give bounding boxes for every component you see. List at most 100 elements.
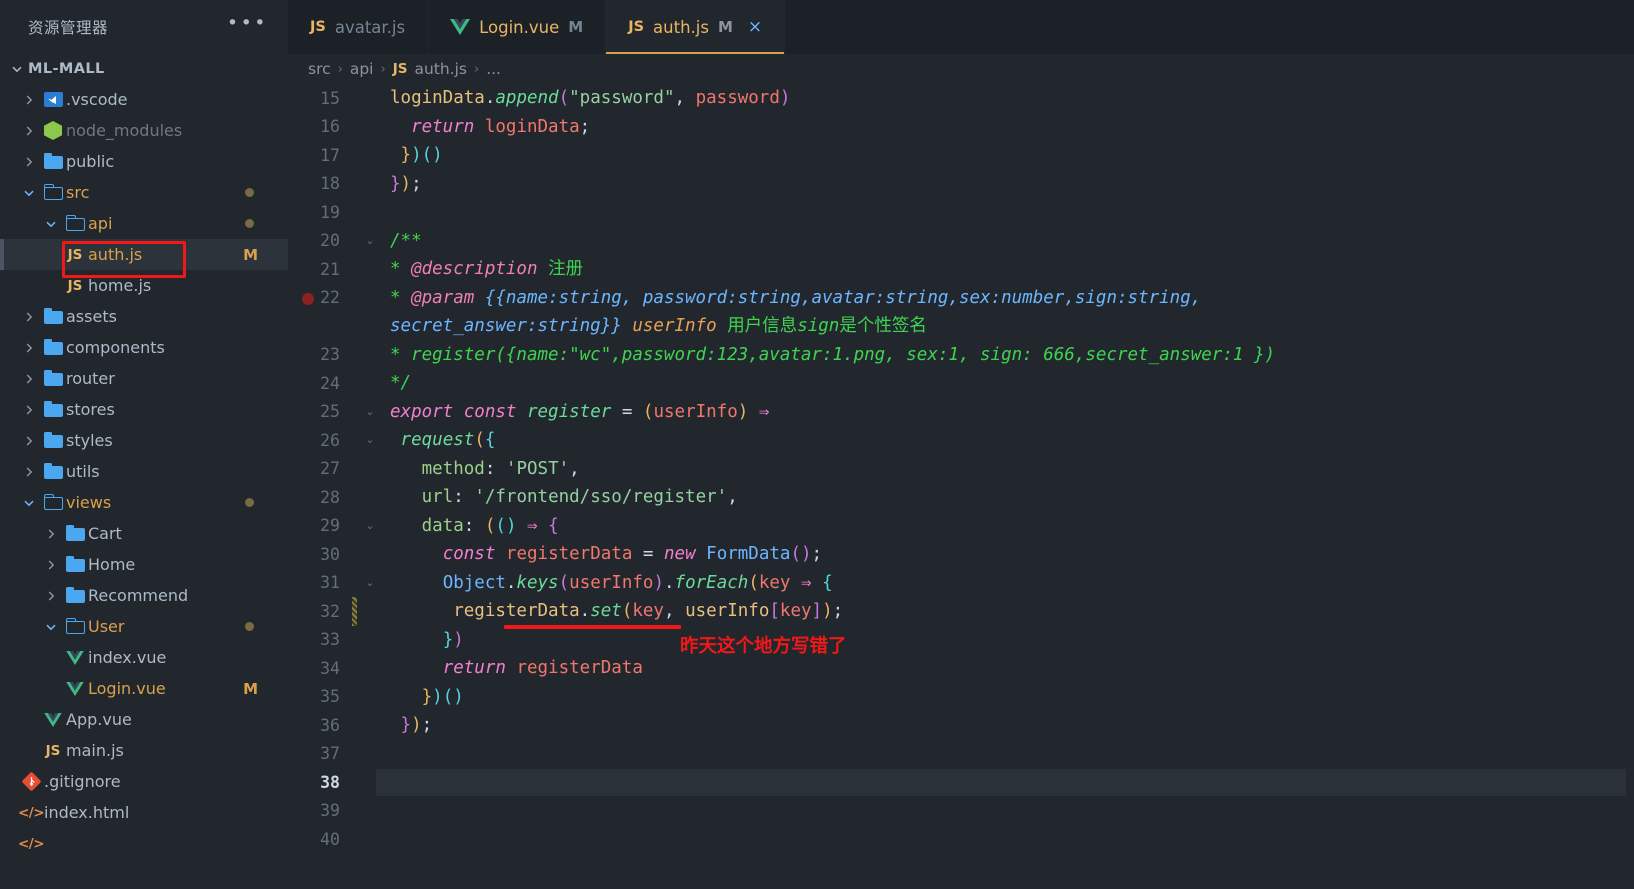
code-line: 40 (288, 825, 1634, 854)
line-number: 31 (320, 573, 340, 593)
close-icon[interactable]: × (748, 17, 762, 37)
tree-item-app-vue[interactable]: App.vue (0, 704, 288, 735)
fold-chevron-icon[interactable]: ⌄ (362, 569, 378, 598)
tab-modified-badge: M (717, 18, 733, 36)
code-editor[interactable]: 15 loginData.append("password", password… (288, 84, 1634, 889)
line-number: 32 (320, 601, 340, 621)
breakpoint-icon[interactable] (302, 292, 314, 305)
fold-chevron-icon[interactable]: ⌄ (362, 426, 378, 455)
tab-login-vue[interactable]: Login.vue M (428, 0, 607, 54)
line-number-active: 38 (320, 772, 340, 792)
tree-item-gitignore[interactable]: .gitignore (0, 766, 288, 797)
code-line: 33 }) (288, 626, 1634, 655)
ellipsis-icon[interactable]: ••• (227, 14, 268, 36)
tree-item-cart[interactable]: Cart (0, 518, 288, 549)
code-line: 21 * @description 注册 (288, 255, 1634, 284)
modified-dot (245, 219, 254, 228)
tree-item-label: api (88, 214, 113, 233)
tree-item-vscode[interactable]: .vscode (0, 84, 288, 115)
code-line: 23 * register({name:"wc",password:123,av… (288, 341, 1634, 370)
chevron-right-icon (40, 590, 62, 602)
tab-avatar-js[interactable]: JS avatar.js (288, 0, 429, 54)
editor-area: JS avatar.js Login.vue M JS auth.js M × … (288, 0, 1634, 889)
line-number: 15 (320, 88, 340, 108)
code-line: 18 }); (288, 170, 1634, 199)
js-file-icon: JS (392, 61, 408, 77)
tree-item-home-js[interactable]: JS home.js (0, 270, 288, 301)
tree-item-views[interactable]: views (0, 487, 288, 518)
chevron-down-icon (40, 621, 62, 633)
tree-item-label: Login.vue (88, 679, 166, 698)
tree-item-recommend[interactable]: Recommend (0, 580, 288, 611)
tab-auth-js[interactable]: JS auth.js M × (606, 0, 786, 54)
tree-item-utils[interactable]: utils (0, 456, 288, 487)
tree-item-user[interactable]: User (0, 611, 288, 642)
tree-item-router[interactable]: router (0, 363, 288, 394)
tree-item-node-modules[interactable]: node_modules (0, 115, 288, 146)
vscode-folder-icon (40, 92, 66, 107)
tree-item-public[interactable]: public (0, 146, 288, 177)
tree-item-assets[interactable]: assets (0, 301, 288, 332)
fold-chevron-icon[interactable]: ⌄ (362, 398, 378, 427)
tree-item-label: utils (66, 462, 100, 481)
tree-item-login-vue[interactable]: Login.vue M (0, 673, 288, 704)
folder-open-icon (62, 214, 88, 231)
folder-icon (62, 556, 88, 572)
tree-item-components[interactable]: components (0, 332, 288, 363)
chevron-right-icon (40, 528, 62, 540)
code-line: 20 ⌄ /** (288, 227, 1634, 256)
tree-item-label: styles (66, 431, 113, 450)
git-status-badge: M (243, 679, 258, 698)
breadcrumb-item-api[interactable]: api (350, 60, 374, 78)
fold-chevron-icon[interactable]: ⌄ (362, 512, 378, 541)
code-line-active: 38 (288, 768, 1634, 797)
line-number: 25 (320, 402, 340, 422)
code-line: 31 ⌄ Object.keys(userInfo).forEach(key ⇒… (288, 569, 1634, 598)
folder-icon (40, 339, 66, 355)
tab-label: avatar.js (334, 17, 406, 37)
fold-chevron-icon[interactable]: ⌄ (362, 227, 378, 256)
tree-item-index-vue[interactable]: index.vue (0, 642, 288, 673)
js-file-icon: JS (45, 742, 61, 759)
line-number: 27 (320, 459, 340, 479)
line-number: 23 (320, 345, 340, 365)
tree-root-ml-mall[interactable]: ML-MALL (0, 54, 288, 84)
tree-item-label: router (66, 369, 115, 388)
html-icon: </> (17, 835, 45, 852)
chevron-down-icon (6, 63, 28, 75)
vue-file-icon (62, 681, 88, 696)
folder-open-icon (62, 617, 88, 634)
code-line: 35 })() (288, 683, 1634, 712)
tab-label: auth.js (653, 17, 709, 37)
vue-file-icon (62, 650, 88, 665)
modified-dot (245, 498, 254, 507)
line-number: 34 (320, 658, 340, 678)
tree-item-stores[interactable]: stores (0, 394, 288, 425)
tree-item-auth-js[interactable]: JS auth.js M (0, 239, 288, 270)
breadcrumb-item-symbol[interactable]: ... (486, 60, 501, 78)
tree-item-label: Cart (88, 524, 122, 543)
tree-item-main-js[interactable]: JS main.js (0, 735, 288, 766)
tree-item-label: auth.js (88, 245, 143, 264)
js-file-icon: JS (67, 246, 83, 263)
tree-item-src[interactable]: src (0, 177, 288, 208)
chevron-down-icon (40, 218, 62, 230)
tree-item-partial[interactable]: </> (0, 828, 288, 859)
tree-item-index-html[interactable]: </> index.html (0, 797, 288, 828)
breadcrumb-item-file[interactable]: auth.js (414, 60, 467, 78)
code-line: 34 return registerData (288, 654, 1634, 683)
tab-bar: JS avatar.js Login.vue M JS auth.js M × (288, 0, 1634, 54)
breadcrumb-item-src[interactable]: src (308, 60, 331, 78)
node-folder-icon (40, 121, 66, 140)
tree-item-styles[interactable]: styles (0, 425, 288, 456)
code-line: 16 return loginData; (288, 113, 1634, 142)
code-line: 32 registerData.set(key, userInfo[key]); (288, 597, 1634, 626)
chevron-right-icon (18, 466, 40, 478)
tree-item-label: src (66, 183, 90, 202)
tree-item-api[interactable]: api (0, 208, 288, 239)
html-icon: </> (17, 804, 45, 821)
js-file-icon: JS (67, 277, 83, 294)
tree-item-home[interactable]: Home (0, 549, 288, 580)
folder-icon (40, 370, 66, 386)
code-line: 30 const registerData = new FormData(); (288, 540, 1634, 569)
